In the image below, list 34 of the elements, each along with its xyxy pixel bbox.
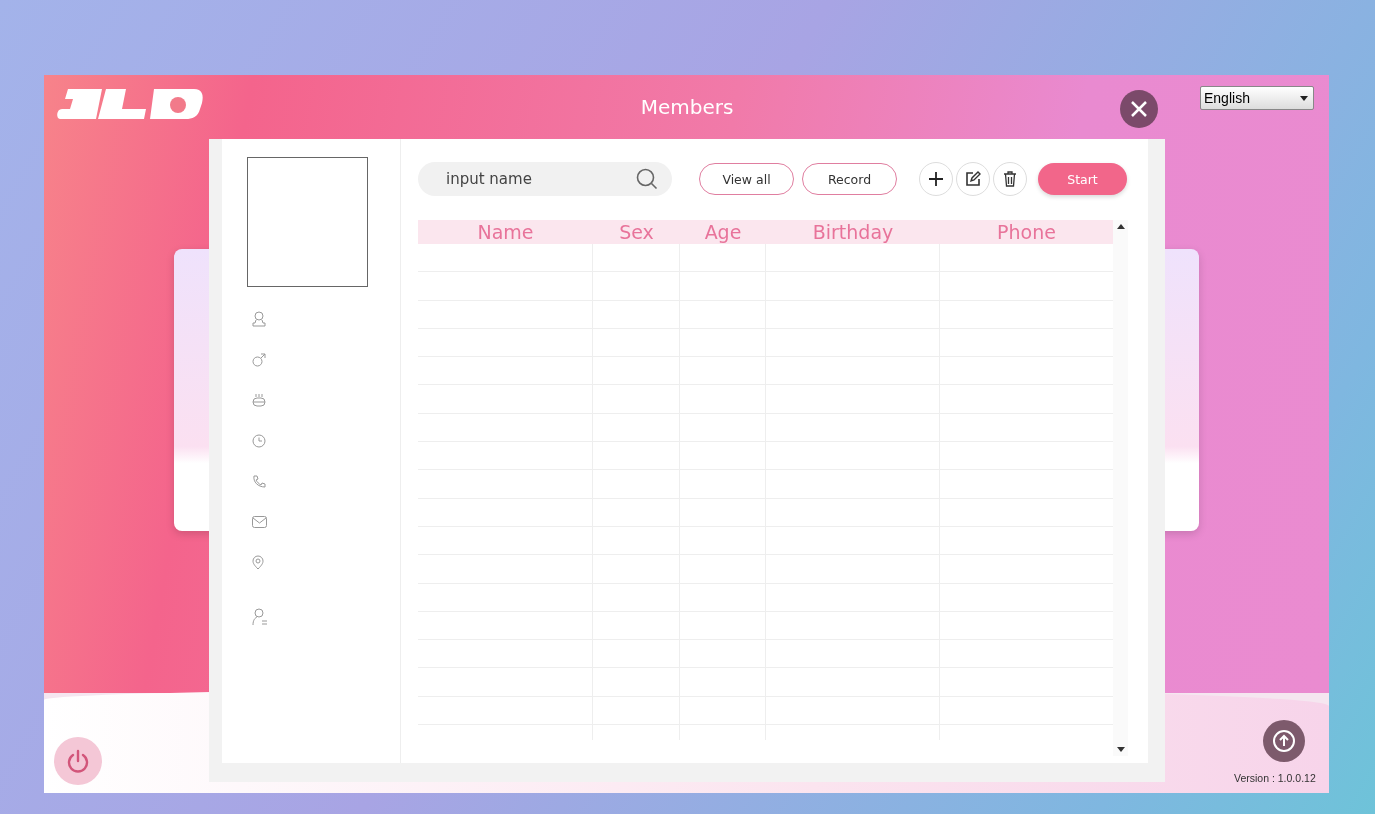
person-icon: [252, 311, 266, 328]
outline-button[interactable]: Record: [802, 163, 897, 195]
search-icon: [636, 168, 658, 190]
male-icon: [252, 352, 266, 367]
column-header[interactable]: Name: [418, 220, 593, 244]
scroll-up-icon[interactable]: [1116, 224, 1125, 229]
column-header[interactable]: Birthday: [766, 220, 940, 244]
caret-icon: [1300, 95, 1308, 101]
version-label: Version : 1.0.0.12: [1234, 772, 1316, 784]
close-icon: [1130, 100, 1148, 118]
plus-icon: [928, 171, 944, 187]
language-dropdown[interactable]: English: [1200, 86, 1314, 110]
scroll-down-icon[interactable]: [1116, 747, 1125, 752]
edit-icon: [965, 171, 981, 187]
start-button[interactable]: Start: [1038, 163, 1127, 195]
edit-button[interactable]: [956, 162, 990, 196]
dialog-title: Members: [640, 95, 734, 119]
column-header[interactable]: Sex: [593, 220, 680, 244]
add-button[interactable]: [919, 162, 953, 196]
search-field[interactable]: input name: [418, 162, 672, 196]
outline-button[interactable]: View all: [699, 163, 794, 195]
location-pin-icon: [252, 555, 264, 571]
person-list-icon: [252, 608, 268, 627]
scrollbar[interactable]: [1113, 220, 1128, 756]
arrow-up-icon: [1272, 729, 1296, 753]
mail-icon: [252, 516, 267, 529]
trash-icon: [1003, 171, 1017, 187]
column-header[interactable]: Phone: [940, 220, 1113, 244]
phone-icon: [252, 474, 266, 489]
cake-icon: [252, 393, 266, 408]
power-icon: [65, 748, 91, 774]
delete-button[interactable]: [993, 162, 1027, 196]
clock-icon: [252, 434, 266, 449]
column-header[interactable]: Age: [680, 220, 766, 244]
